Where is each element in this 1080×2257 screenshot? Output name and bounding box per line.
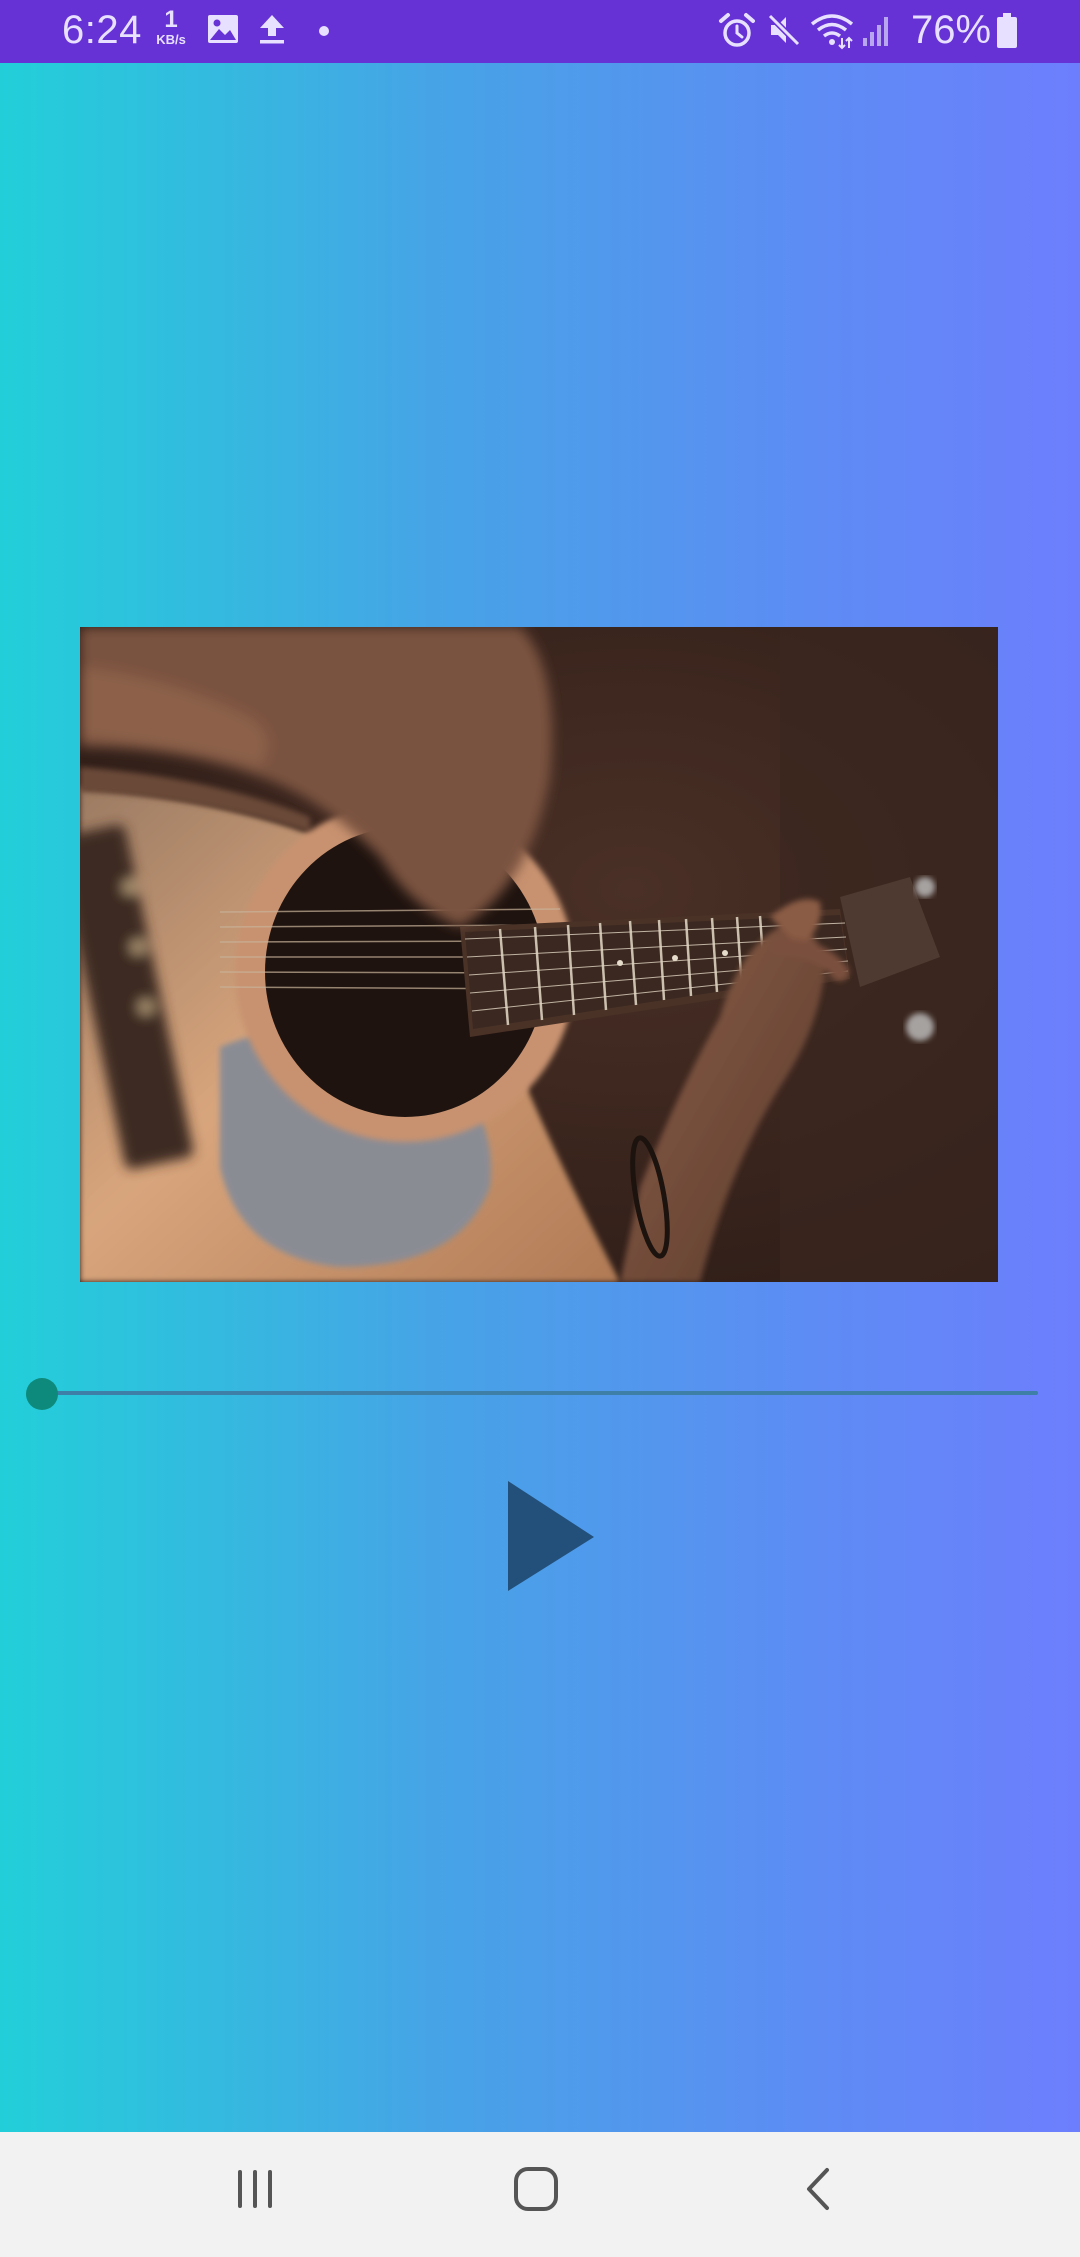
seek-thumb[interactable]: [26, 1378, 58, 1410]
gallery-icon: [208, 15, 238, 43]
seek-track[interactable]: [42, 1391, 1038, 1395]
back-icon[interactable]: [796, 2166, 842, 2212]
home-icon[interactable]: [513, 2166, 559, 2212]
guitar-photo: [80, 627, 998, 1282]
notification-dot-icon: [319, 26, 329, 36]
battery-percentage: 76%: [911, 8, 992, 52]
seek-bar[interactable]: [26, 1378, 1038, 1410]
status-bar: 6:24 1 KB/s 76%: [0, 0, 1080, 63]
battery-icon: [997, 13, 1017, 48]
recent-apps-icon[interactable]: [232, 2166, 278, 2212]
play-button[interactable]: [508, 1481, 596, 1593]
alarm-icon: [719, 13, 755, 47]
wifi-icon: [810, 14, 854, 50]
network-speed-value: 1: [164, 6, 178, 33]
play-icon: [508, 1481, 594, 1591]
navigation-bar: [0, 2132, 1080, 2257]
mute-icon: [767, 13, 801, 47]
player-screen: [0, 63, 1080, 2132]
signal-icon: [863, 17, 888, 46]
album-art: [80, 627, 998, 1282]
network-speed-unit: KB/s: [156, 32, 186, 47]
status-time: 6:24: [62, 8, 142, 52]
upload-icon: [260, 15, 284, 44]
network-speed: 1 KB/s: [151, 6, 191, 47]
